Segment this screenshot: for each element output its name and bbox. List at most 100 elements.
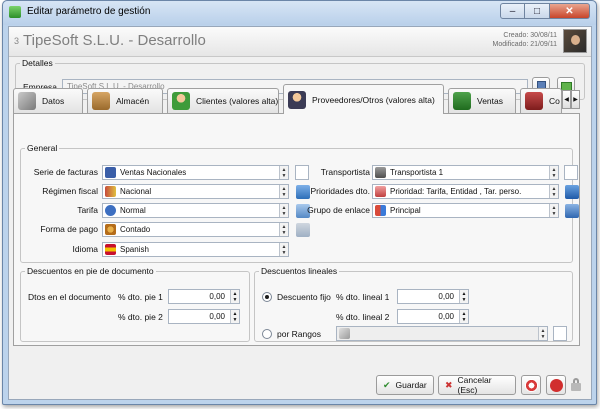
minimize-button[interactable]: – bbox=[500, 3, 525, 19]
monitor-icon[interactable] bbox=[565, 185, 579, 199]
grupo-value: Principal bbox=[390, 206, 421, 215]
prioridades-label: Prioridades dto. bbox=[310, 186, 370, 196]
tab-ventas[interactable]: Ventas bbox=[448, 88, 516, 113]
general-legend: General bbox=[27, 143, 58, 153]
details-legend: Detalles bbox=[22, 58, 53, 68]
tab-scroll-right-button[interactable]: ▶ bbox=[571, 90, 580, 109]
pie1-spinner[interactable]: ▲ ▼ bbox=[230, 290, 239, 303]
descuento-fijo-label: Descuento fijo bbox=[277, 292, 331, 302]
prioridades-select[interactable]: Prioridad: Tarifa, Entidad , Tar. perso.… bbox=[372, 184, 559, 199]
lineal2-label: % dto. lineal 2 bbox=[336, 312, 390, 322]
regimen-spinner[interactable]: ▲ ▼ bbox=[279, 185, 288, 198]
rangos-color-box[interactable] bbox=[553, 326, 567, 341]
green-book-icon bbox=[453, 92, 471, 110]
edit-icon[interactable] bbox=[296, 223, 310, 237]
person-suit-icon bbox=[288, 90, 306, 109]
close-button[interactable]: ✕ bbox=[550, 3, 590, 19]
por-rangos-radio[interactable] bbox=[262, 329, 272, 339]
flag-icon bbox=[105, 186, 116, 197]
truck-icon bbox=[375, 167, 386, 178]
serie-spinner[interactable]: ▲ ▼ bbox=[279, 166, 288, 179]
lineal1-label: % dto. lineal 1 bbox=[336, 292, 390, 302]
forma-pago-spinner[interactable]: ▲ ▼ bbox=[279, 223, 288, 236]
modified-date: Modificado: 21/09/11 bbox=[492, 41, 557, 48]
transportista-select[interactable]: Transportista 1 ▲ ▼ bbox=[372, 165, 559, 180]
rangos-select[interactable]: ▲ ▼ bbox=[336, 326, 548, 341]
tab-label: Clientes (valores alta) bbox=[196, 96, 279, 106]
record-number: 3 bbox=[14, 36, 20, 46]
title-bar[interactable]: Editar parámetro de gestión – □ ✕ bbox=[3, 1, 596, 25]
tab-panel: General Serie de facturas Ventas Naciona… bbox=[13, 113, 580, 346]
transportista-label: Transportista bbox=[320, 167, 370, 177]
tab-compras[interactable]: Co bbox=[520, 88, 562, 113]
record-header: 3 TipeSoft S.L.U. - Desarrollo Creado: 3… bbox=[9, 27, 591, 57]
image-icon[interactable] bbox=[565, 204, 579, 218]
lineal2-spinner[interactable]: ▲ ▼ bbox=[459, 310, 468, 323]
idioma-select[interactable]: Spanish ▲ ▼ bbox=[102, 242, 289, 257]
idioma-value: Spanish bbox=[120, 245, 149, 254]
tab-clientes[interactable]: Clientes (valores alta) bbox=[167, 88, 279, 113]
transportista-spinner[interactable]: ▲ ▼ bbox=[549, 166, 558, 179]
forma-pago-select[interactable]: Contado ▲ ▼ bbox=[102, 222, 289, 237]
grupo-spinner[interactable]: ▲ ▼ bbox=[549, 204, 558, 217]
pie2-spinner[interactable]: ▲ ▼ bbox=[230, 310, 239, 323]
tab-scroll-left-button[interactable]: ◀ bbox=[562, 90, 571, 109]
person-green-icon bbox=[172, 92, 190, 110]
tab-label: Ventas bbox=[477, 96, 503, 106]
lifebuoy-icon bbox=[525, 379, 538, 392]
serie-value: Ventas Nacionales bbox=[120, 168, 187, 177]
avatar bbox=[563, 29, 587, 53]
cancel-button[interactable]: ✖ Cancelar (Esc) bbox=[438, 375, 516, 395]
lineal2-input[interactable]: 0,00 ▲ ▼ bbox=[397, 309, 469, 324]
pie2-input[interactable]: 0,00 ▲ ▼ bbox=[168, 309, 240, 324]
abort-button[interactable] bbox=[546, 375, 566, 395]
help-button[interactable] bbox=[521, 375, 541, 395]
tab-label: Datos bbox=[42, 96, 65, 106]
rangos-spinner[interactable]: ▲ ▼ bbox=[538, 327, 547, 340]
idioma-label: Idioma bbox=[72, 244, 98, 254]
regimen-select[interactable]: Nacional ▲ ▼ bbox=[102, 184, 289, 199]
lineal1-value: 0,00 bbox=[438, 292, 454, 301]
prioridades-spinner[interactable]: ▲ ▼ bbox=[549, 185, 558, 198]
grupo-select[interactable]: Principal ▲ ▼ bbox=[372, 203, 559, 218]
ranges-icon bbox=[339, 328, 350, 339]
por-rangos-label: por Rangos bbox=[277, 329, 321, 339]
save-button[interactable]: ✔ Guardar bbox=[376, 375, 434, 395]
lineal1-input[interactable]: 0,00 ▲ ▼ bbox=[397, 289, 469, 304]
tab-proveedores[interactable]: Proveedores/Otros (valores alta) bbox=[283, 84, 444, 114]
pie2-value: 0,00 bbox=[209, 312, 225, 321]
transportista-color-box[interactable] bbox=[564, 165, 578, 180]
pie2-label: % dto. pie 2 bbox=[118, 312, 163, 322]
cancel-label: Cancelar (Esc) bbox=[457, 375, 492, 395]
descuento-fijo-radio[interactable] bbox=[262, 292, 272, 302]
serie-label: Serie de facturas bbox=[33, 167, 98, 177]
pie1-input[interactable]: 0,00 ▲ ▼ bbox=[168, 289, 240, 304]
idioma-spinner[interactable]: ▲ ▼ bbox=[279, 243, 288, 256]
tab-strip: Datos Almacén Clientes (valores alta) Pr… bbox=[13, 84, 580, 114]
record-dates: Creado: 30/08/11 Modificado: 21/09/11 bbox=[493, 31, 557, 49]
serie-select[interactable]: Ventas Nacionales ▲ ▼ bbox=[102, 165, 289, 180]
tab-datos[interactable]: Datos bbox=[13, 88, 83, 113]
lineal1-spinner[interactable]: ▲ ▼ bbox=[459, 290, 468, 303]
app-icon bbox=[9, 6, 21, 18]
book-icon bbox=[105, 167, 116, 178]
red-book-icon bbox=[525, 92, 543, 110]
application-window: Editar parámetro de gestión – □ ✕ 3 Tipe… bbox=[2, 0, 597, 405]
wrench-icon bbox=[18, 92, 36, 110]
grupo-label: Grupo de enlace bbox=[307, 205, 370, 215]
maximize-button[interactable]: □ bbox=[525, 3, 550, 19]
lineal2-value: 0,00 bbox=[438, 312, 454, 321]
priority-icon bbox=[375, 186, 386, 197]
pie1-value: 0,00 bbox=[209, 292, 225, 301]
group-icon bbox=[375, 205, 386, 216]
cross-icon: ✖ bbox=[445, 379, 453, 390]
tarifa-value: Normal bbox=[120, 206, 146, 215]
lock-icon bbox=[571, 378, 581, 391]
tab-almacen[interactable]: Almacén bbox=[87, 88, 163, 113]
tarifa-spinner[interactable]: ▲ ▼ bbox=[279, 204, 288, 217]
tab-label: Almacén bbox=[116, 96, 150, 106]
descuentos-lineales-legend: Descuentos lineales bbox=[261, 266, 338, 276]
window-title: Editar parámetro de gestión bbox=[27, 6, 151, 17]
tarifa-select[interactable]: Normal ▲ ▼ bbox=[102, 203, 289, 218]
dtos-documento-label: Dtos en el documento bbox=[28, 292, 111, 302]
